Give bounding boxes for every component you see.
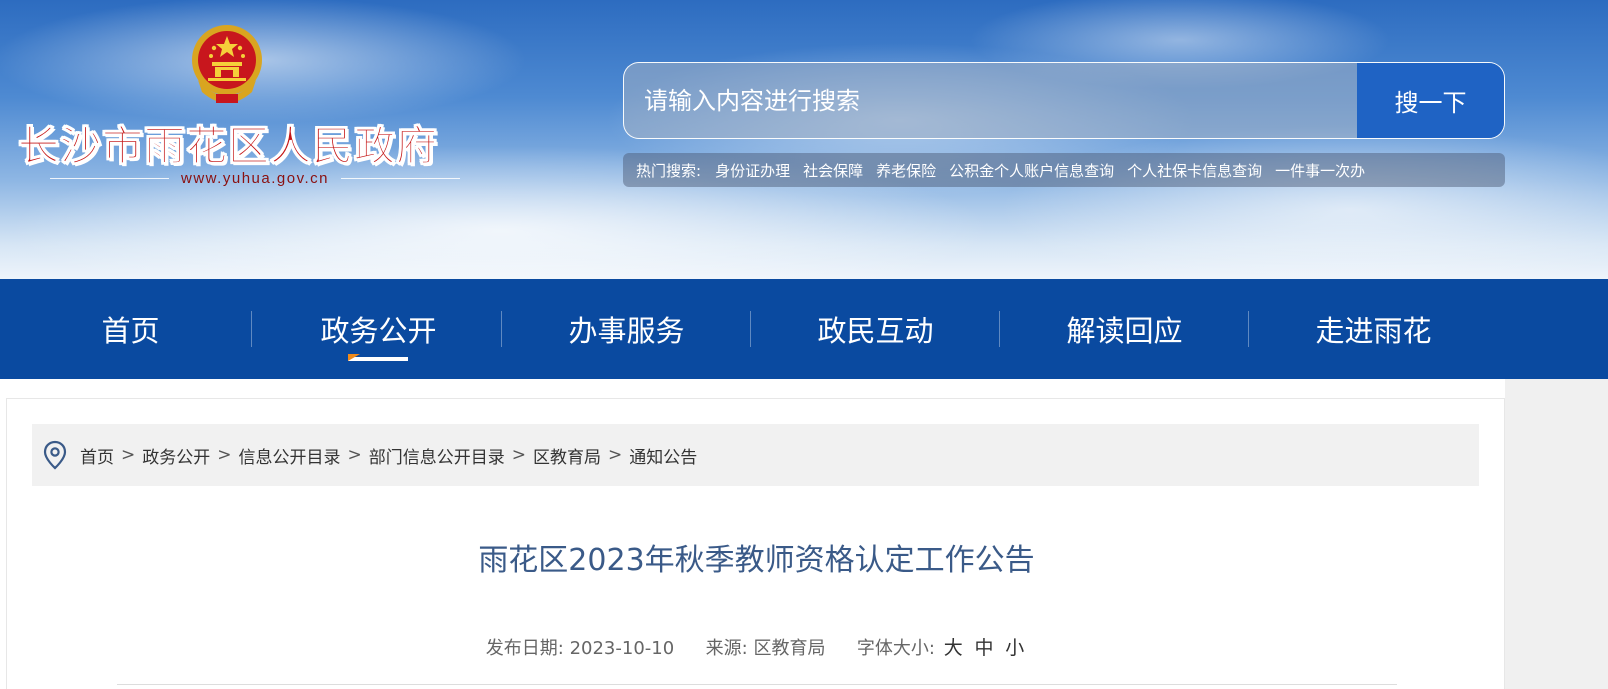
nav-active-accent [348, 354, 360, 361]
hot-search-link[interactable]: 养老保险 [876, 160, 936, 181]
main-nav: 首页 政务公开 办事服务 政民互动 解读回应 走进雨花 [0, 279, 1608, 379]
font-size-large-button[interactable]: 大 [944, 637, 963, 659]
nav-item-interpretation[interactable]: 解读回应 [1000, 279, 1249, 379]
site-url: www.yuhua.gov.cn [181, 169, 329, 187]
breadcrumb-separator: > [608, 445, 623, 465]
breadcrumb-separator: > [347, 445, 362, 465]
url-divider-left [50, 177, 170, 179]
hot-search-link[interactable]: 身份证办理 [715, 160, 790, 181]
search-input[interactable] [624, 63, 1359, 138]
url-divider-right [340, 177, 460, 179]
search-box: 搜一下 [623, 62, 1505, 139]
hot-search-link[interactable]: 公积金个人账户信息查询 [949, 160, 1114, 181]
article-title: 雨花区2023年秋季教师资格认定工作公告 [478, 543, 1035, 578]
breadcrumb-education-bureau[interactable]: 区教育局 [533, 443, 601, 468]
breadcrumb-info-catalog[interactable]: 信息公开目录 [239, 443, 341, 468]
meta-divider [117, 684, 1397, 685]
font-size-medium-button[interactable]: 中 [974, 637, 993, 659]
article-meta: 发布日期: 2023-10-10 来源: 区教育局 字体大小: 大 中 小 [7, 633, 1506, 660]
page-background [1505, 379, 1608, 689]
location-pin-icon [43, 440, 67, 470]
breadcrumb-home[interactable]: 首页 [80, 443, 114, 468]
source-value: 区教育局 [753, 638, 826, 659]
breadcrumb-separator: > [121, 445, 136, 465]
hot-search-bar: 热门搜索: 身份证办理 社会保障 养老保险 公积金个人账户信息查询 个人社保卡信… [623, 153, 1505, 187]
hot-search-label: 热门搜索: [636, 161, 702, 180]
publish-date: 2023-10-10 [569, 638, 675, 659]
breadcrumb-notices[interactable]: 通知公告 [629, 443, 697, 468]
article-container: 首页 > 政务公开 > 信息公开目录 > 部门信息公开目录 > 区教育局 > 通… [6, 398, 1505, 689]
font-size-small-button[interactable]: 小 [1005, 637, 1024, 659]
site-title[interactable]: 长沙市雨花区人民政府 [18, 112, 438, 172]
nav-item-services[interactable]: 办事服务 [502, 279, 751, 379]
font-size-label: 字体大小: [856, 638, 935, 659]
breadcrumb-separator: > [511, 445, 526, 465]
publish-date-label: 发布日期: [485, 638, 564, 659]
nav-separator [251, 311, 252, 347]
hot-search-link[interactable]: 一件事一次办 [1275, 160, 1365, 181]
nav-item-about-yuhua[interactable]: 走进雨花 [1249, 279, 1498, 379]
hot-search-link[interactable]: 社会保障 [803, 160, 863, 181]
source-label: 来源: [705, 638, 748, 659]
search-button[interactable]: 搜一下 [1357, 63, 1504, 138]
nav-item-government-affairs[interactable]: 政务公开 [254, 279, 503, 379]
header-banner: 长沙市雨花区人民政府 www.yuhua.gov.cn 搜一下 热门搜索: 身份… [0, 0, 1608, 279]
breadcrumb-separator: > [217, 445, 232, 465]
site-url-row: www.yuhua.gov.cn [50, 168, 460, 188]
nav-item-home[interactable]: 首页 [6, 279, 255, 379]
nav-item-interaction[interactable]: 政民互动 [751, 279, 1000, 379]
breadcrumb: 首页 > 政务公开 > 信息公开目录 > 部门信息公开目录 > 区教育局 > 通… [32, 424, 1479, 486]
national-emblem-icon [192, 25, 262, 103]
breadcrumb-dept-catalog[interactable]: 部门信息公开目录 [369, 443, 505, 468]
breadcrumb-government-affairs[interactable]: 政务公开 [142, 443, 210, 468]
hot-search-link[interactable]: 个人社保卡信息查询 [1127, 160, 1262, 181]
